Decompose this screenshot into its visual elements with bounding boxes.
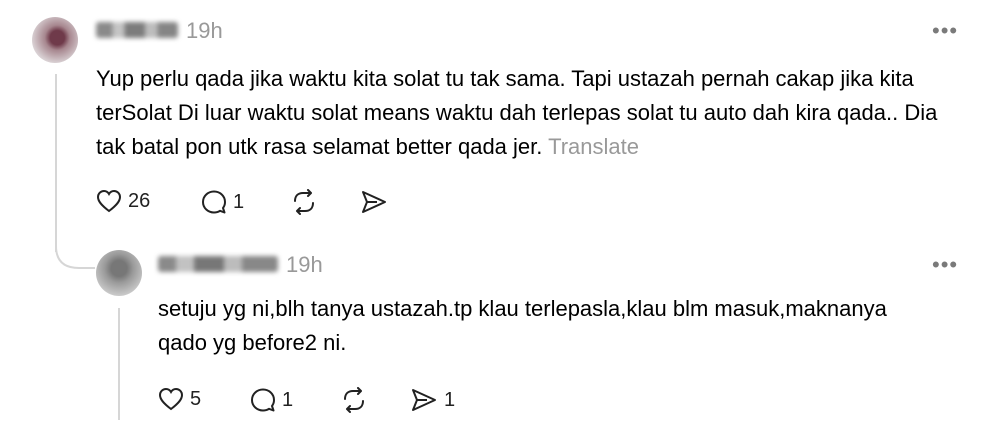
thread-connector [55, 246, 95, 269]
reply-like-button[interactable]: 5 [158, 387, 201, 411]
thread-line [55, 74, 57, 252]
reply-more-options-icon[interactable]: ••• [932, 252, 958, 278]
reply-username-blurred[interactable] [158, 256, 278, 272]
send-icon [412, 389, 436, 411]
repost-icon [344, 387, 364, 413]
reply-thread-line [118, 308, 120, 420]
reply-timestamp: 19h [286, 252, 323, 277]
comment-text: Yup perlu qada jika waktu kita solat tu … [96, 62, 956, 164]
reply-repost-button[interactable] [339, 387, 369, 413]
like-button[interactable]: 26 [96, 189, 150, 213]
reply-reply-button[interactable]: 1 [250, 387, 293, 413]
like-count: 26 [128, 189, 151, 212]
comment-body: Yup perlu qada jika waktu kita solat tu … [96, 66, 938, 159]
reply-reply-count: 1 [282, 388, 294, 411]
repost-icon [294, 189, 314, 215]
share-button[interactable] [360, 189, 388, 215]
heart-icon [96, 189, 122, 213]
reply-like-count: 5 [190, 387, 202, 410]
translate-link[interactable]: Translate [548, 134, 639, 159]
reply-button[interactable]: 1 [201, 189, 244, 215]
reply-body: setuju yg ni,blh tanya ustazah.tp klau t… [158, 296, 887, 355]
repost-button[interactable] [289, 189, 319, 215]
reply-share-count: 1 [444, 388, 456, 411]
comment-bubble-icon [202, 190, 226, 214]
heart-icon [158, 387, 184, 411]
more-options-icon[interactable]: ••• [932, 18, 958, 44]
timestamp: 19h [186, 18, 223, 43]
comment-bubble-icon [251, 388, 275, 412]
reply-count: 1 [233, 190, 245, 213]
reply-share-button[interactable]: 1 [410, 387, 455, 413]
reply-avatar[interactable] [96, 250, 142, 296]
username-blurred[interactable] [96, 22, 178, 38]
send-icon [362, 191, 386, 213]
avatar[interactable] [32, 17, 78, 63]
